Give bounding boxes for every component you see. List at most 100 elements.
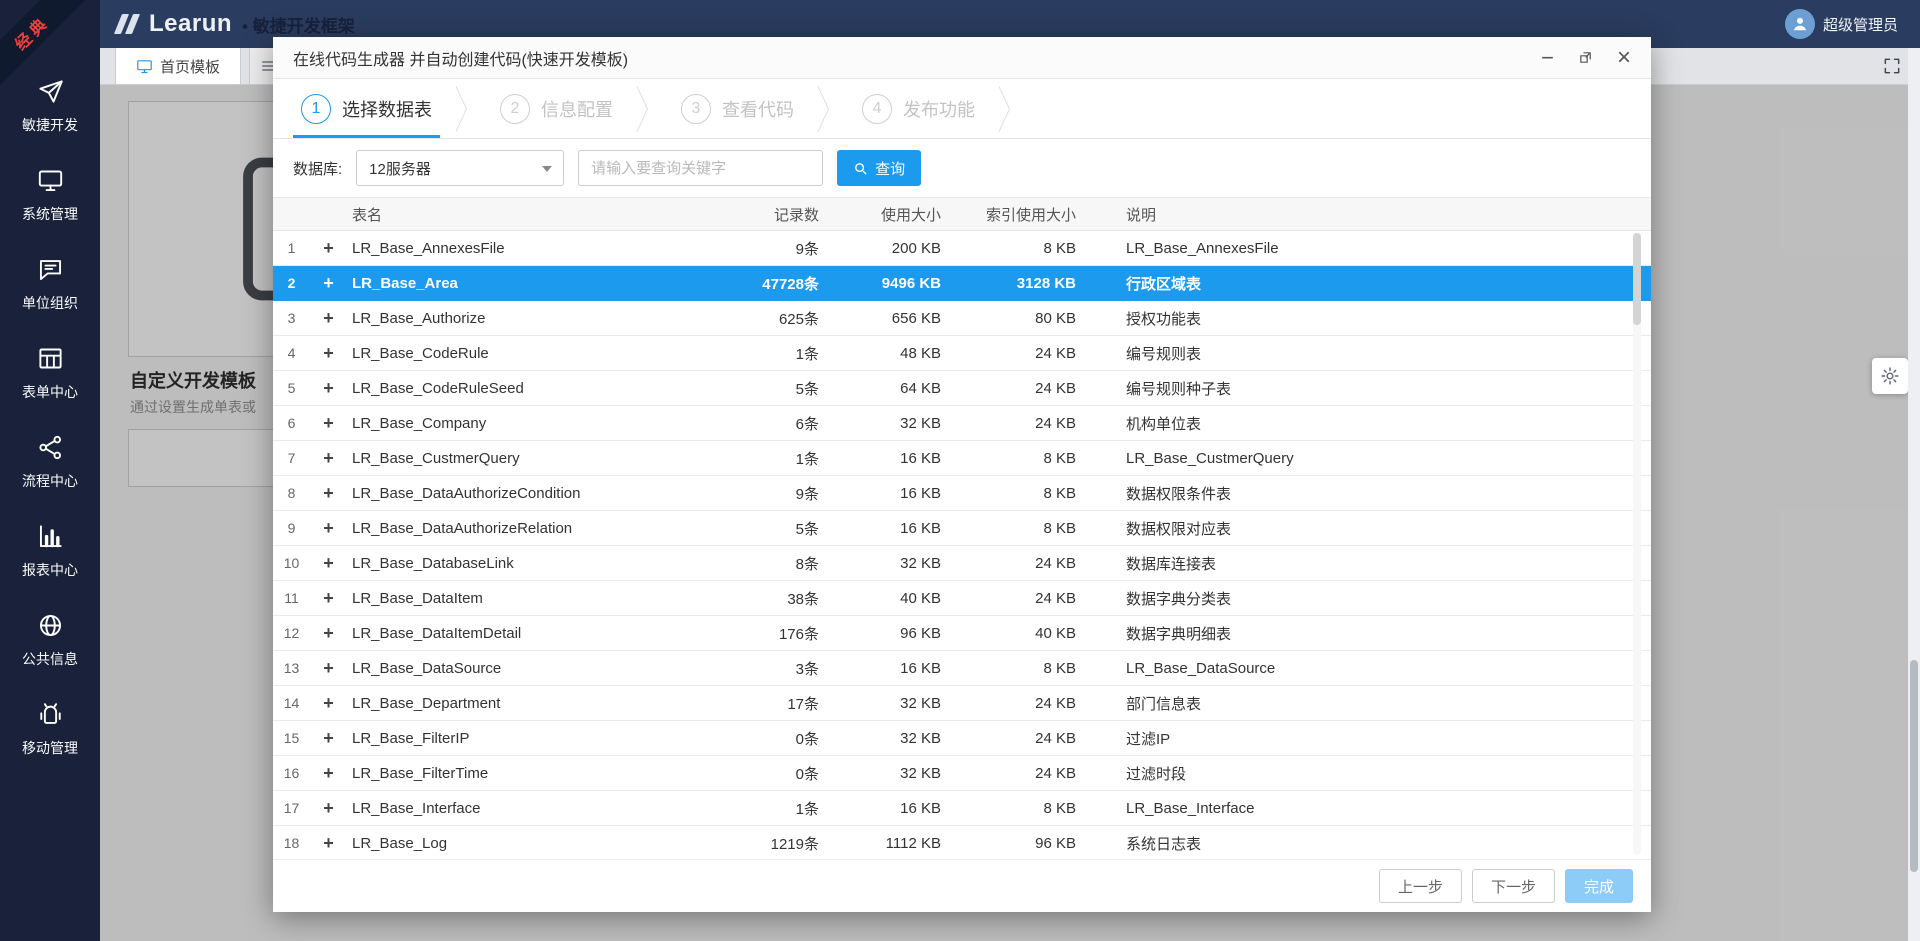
cell-table-name: LR_Base_DataSource bbox=[352, 659, 502, 677]
sidebar-item-workflow-center[interactable]: 流程中心 bbox=[0, 418, 100, 507]
wizard-step-1[interactable]: 1 选择数据表 bbox=[293, 79, 440, 138]
row-index: 11 bbox=[284, 590, 299, 606]
expand-plus-icon[interactable]: + bbox=[310, 589, 347, 607]
expand-plus-icon[interactable]: + bbox=[310, 834, 347, 852]
table-row[interactable]: 18 + LR_Base_Log 1219条 1112 KB 96 KB 系统日志表 bbox=[273, 826, 1651, 859]
cell-used-size: 96 KB bbox=[900, 624, 941, 642]
user-menu[interactable]: 超级管理员 bbox=[1784, 0, 1898, 48]
cell-index-size: 3128 KB bbox=[1016, 274, 1076, 292]
col-index-size: 索引使用大小 bbox=[985, 206, 1076, 224]
user-name: 超级管理员 bbox=[1822, 16, 1898, 34]
expand-plus-icon[interactable]: + bbox=[310, 764, 347, 782]
next-step-button[interactable]: 下一步 bbox=[1471, 869, 1555, 903]
expand-plus-icon[interactable]: + bbox=[310, 484, 347, 502]
cell-used-size: 16 KB bbox=[900, 659, 941, 677]
wizard-step-2[interactable]: 2 信息配置 bbox=[492, 79, 621, 138]
sidebar-nav: 敏捷开发 系统管理 单位组织 表单中心流程中心报表中心公共信息 移动管理 bbox=[0, 62, 100, 774]
settings-gear-button[interactable] bbox=[1872, 358, 1908, 394]
finish-button[interactable]: 完成 bbox=[1564, 869, 1633, 903]
minimize-icon[interactable]: − bbox=[1541, 46, 1554, 69]
table-row[interactable]: 9 + LR_Base_DataAuthorizeRelation 5条 16 KB 8 … bbox=[273, 511, 1651, 546]
sidebar: 经典 敏捷开发 系统管理 单位组织 表单中心 流程中心 报表中心 公共信息 移动管理 bbox=[0, 0, 100, 941]
table-row[interactable]: 8 + LR_Base_DataAuthorizeCondition 9条 16 KB 8… bbox=[273, 476, 1651, 511]
table-row[interactable]: 2 + LR_Base_Area 47728条 9496 KB 3128 KB 行政区域表 bbox=[273, 266, 1651, 301]
table-row[interactable]: 1 + LR_Base_AnnexesFile 9条 200 KB 8 KB LR_Base… bbox=[273, 231, 1651, 266]
expand-plus-icon[interactable]: + bbox=[310, 379, 347, 397]
cell-index-size: 8 KB bbox=[1043, 659, 1076, 677]
sidebar-item-label: 流程中心 bbox=[22, 473, 78, 489]
search-icon bbox=[853, 161, 868, 176]
table-row[interactable]: 3 + LR_Base_Authorize 625条 656 KB 80 KB 授权功能表 bbox=[273, 301, 1651, 336]
table-row[interactable]: 7 + LR_Base_CustmerQuery 1条 16 KB 8 KB LR_Base… bbox=[273, 441, 1651, 476]
sidebar-item-public-info[interactable]: 公共信息 bbox=[0, 596, 100, 685]
expand-plus-icon[interactable]: + bbox=[310, 309, 347, 327]
cell-used-size: 32 KB bbox=[900, 764, 941, 782]
table-row[interactable]: 13 + LR_Base_DataSource 3条 16 KB 8 KB LR_Base_… bbox=[273, 651, 1651, 686]
expand-plus-icon[interactable]: + bbox=[310, 519, 347, 537]
row-index: 3 bbox=[287, 310, 296, 326]
table-row[interactable]: 10 + LR_Base_DatabaseLink 8条 32 KB 24 KB 数据库连接… bbox=[273, 546, 1651, 581]
sidebar-item-system-mgmt[interactable]: 系统管理 bbox=[0, 151, 100, 240]
expand-plus-icon[interactable]: + bbox=[310, 799, 347, 817]
sidebar-item-org-unit[interactable]: 单位组织 bbox=[0, 240, 100, 329]
expand-plus-icon[interactable]: + bbox=[310, 274, 347, 292]
database-select[interactable]: 12服务器 bbox=[356, 150, 565, 186]
table-row[interactable]: 6 + LR_Base_Company 6条 32 KB 24 KB 机构单位表 bbox=[273, 406, 1651, 441]
expand-plus-icon[interactable]: + bbox=[310, 344, 347, 362]
maximize-restore-icon[interactable] bbox=[1578, 50, 1593, 65]
table-row[interactable]: 14 + LR_Base_Department 17条 32 KB 24 KB 部门信息表 bbox=[273, 686, 1651, 721]
query-button[interactable]: 查询 bbox=[837, 150, 922, 186]
expand-plus-icon[interactable]: + bbox=[310, 449, 347, 467]
expand-plus-icon[interactable]: + bbox=[310, 729, 347, 747]
cell-record-count: 1条 bbox=[795, 345, 819, 363]
row-index: 1 bbox=[287, 240, 296, 256]
tab-home-template[interactable]: 首页模板 bbox=[115, 48, 242, 84]
cell-table-name: LR_Base_FilterTime bbox=[352, 764, 489, 782]
cell-description: 数据字典明细表 bbox=[1126, 625, 1232, 643]
sidebar-item-agile-dev[interactable]: 敏捷开发 bbox=[0, 62, 100, 151]
chart-icon bbox=[37, 523, 64, 550]
cell-record-count: 38条 bbox=[787, 590, 819, 608]
expand-plus-icon[interactable]: + bbox=[310, 659, 347, 677]
table-scrollbar[interactable] bbox=[1633, 233, 1641, 855]
table-icon bbox=[37, 345, 64, 372]
step-number: 2 bbox=[500, 93, 530, 124]
sidebar-item-report-center[interactable]: 报表中心 bbox=[0, 507, 100, 596]
table-row[interactable]: 16 + LR_Base_FilterTime 0条 32 KB 24 KB 过滤时段 bbox=[273, 756, 1651, 791]
search-input[interactable] bbox=[578, 150, 824, 186]
step-number: 3 bbox=[681, 93, 711, 124]
table-row[interactable]: 4 + LR_Base_CodeRule 1条 48 KB 24 KB 编号规则表 bbox=[273, 336, 1651, 371]
expand-plus-icon[interactable]: + bbox=[310, 624, 347, 642]
cell-description: LR_Base_DataSource bbox=[1126, 659, 1276, 677]
expand-plus-icon[interactable]: + bbox=[310, 414, 347, 432]
cell-record-count: 176条 bbox=[778, 625, 819, 643]
step-separator bbox=[440, 79, 492, 138]
cell-record-count: 625条 bbox=[778, 310, 819, 328]
wizard-step-3[interactable]: 3 查看代码 bbox=[673, 79, 802, 138]
wizard-step-4[interactable]: 4 发布功能 bbox=[854, 79, 983, 138]
expand-plus-icon[interactable]: + bbox=[310, 694, 347, 712]
page-scrollbar-thumb[interactable] bbox=[1910, 660, 1918, 872]
page-scrollbar[interactable] bbox=[1908, 48, 1920, 941]
prev-step-button[interactable]: 上一步 bbox=[1378, 869, 1462, 903]
sidebar-item-form-center[interactable]: 表单中心 bbox=[0, 329, 100, 418]
table-row[interactable]: 12 + LR_Base_DataItemDetail 176条 96 KB 40 KB 数… bbox=[273, 616, 1651, 651]
table-row[interactable]: 17 + LR_Base_Interface 1条 16 KB 8 KB LR_Base_I… bbox=[273, 791, 1651, 826]
sidebar-item-mobile-mgmt[interactable]: 移动管理 bbox=[0, 685, 100, 774]
table-row[interactable]: 5 + LR_Base_CodeRuleSeed 5条 64 KB 24 KB 编号规则种子… bbox=[273, 371, 1651, 406]
cell-used-size: 16 KB bbox=[900, 449, 941, 467]
cell-record-count: 6条 bbox=[795, 415, 819, 433]
fullscreen-icon[interactable] bbox=[1882, 56, 1902, 76]
expand-plus-icon[interactable]: + bbox=[310, 554, 347, 572]
cell-record-count: 1条 bbox=[795, 800, 819, 818]
row-index: 9 bbox=[287, 520, 296, 536]
table-scrollbar-thumb[interactable] bbox=[1633, 233, 1641, 325]
cell-table-name: LR_Base_CustmerQuery bbox=[352, 449, 520, 467]
table-row[interactable]: 11 + LR_Base_DataItem 38条 40 KB 24 KB 数据字典分类表 bbox=[273, 581, 1651, 616]
monitor-icon bbox=[136, 58, 153, 75]
close-icon[interactable]: × bbox=[1617, 45, 1631, 70]
sidebar-item-label: 报表中心 bbox=[22, 562, 78, 578]
cell-table-name: LR_Base_Interface bbox=[352, 799, 481, 817]
table-row[interactable]: 15 + LR_Base_FilterIP 0条 32 KB 24 KB 过滤IP bbox=[273, 721, 1651, 756]
expand-plus-icon[interactable]: + bbox=[310, 239, 347, 257]
